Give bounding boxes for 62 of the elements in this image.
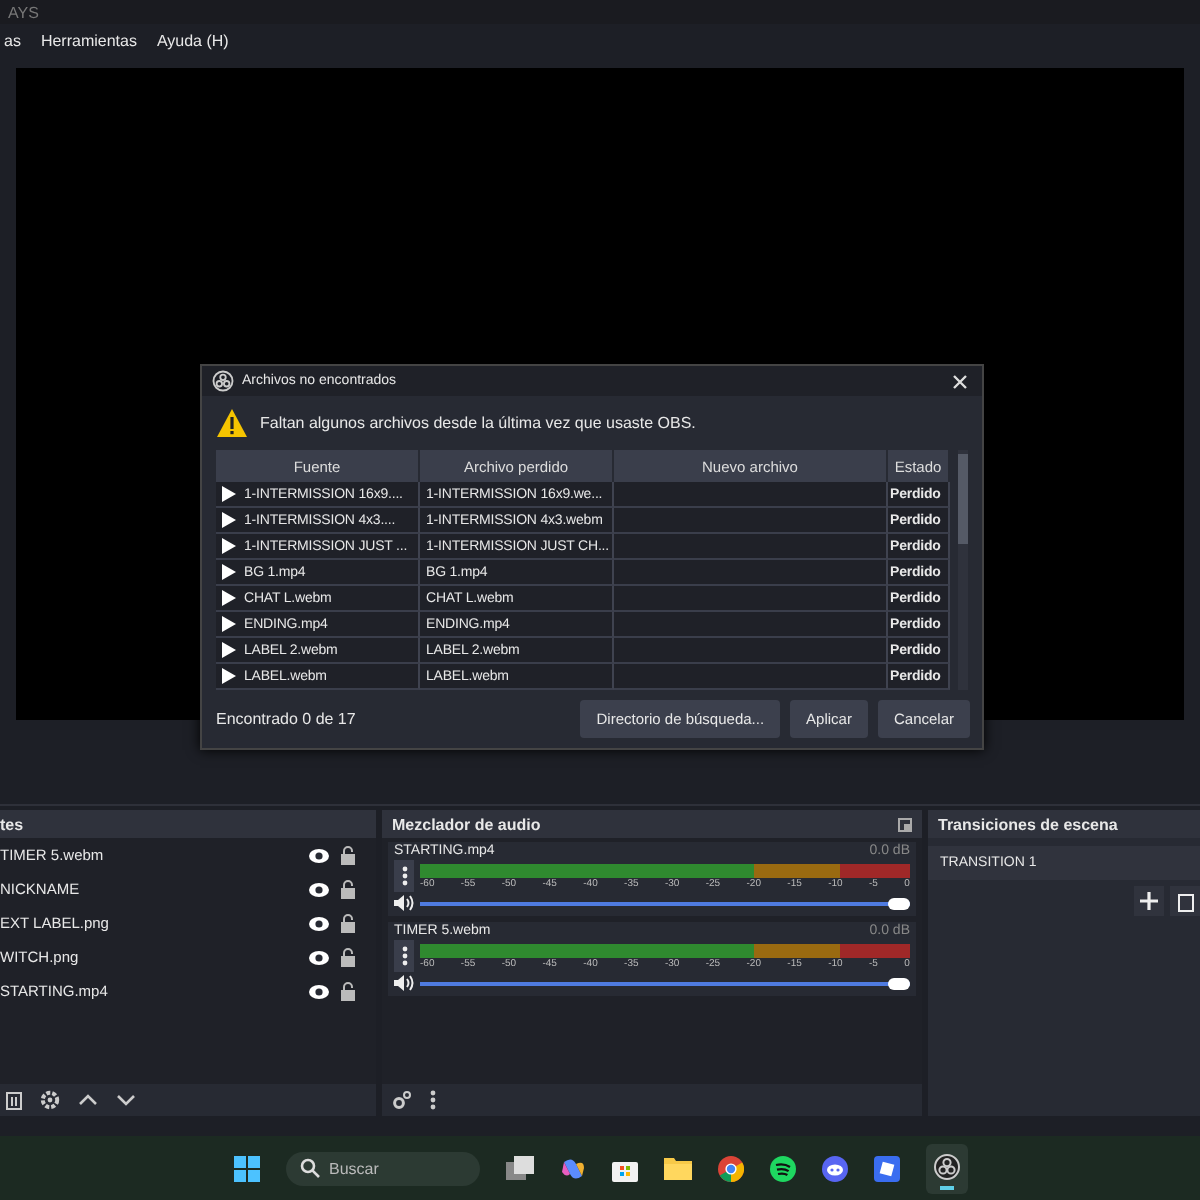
folder-icon[interactable]	[663, 1156, 691, 1180]
undock-icon[interactable]	[898, 817, 912, 831]
panel-title: tes	[0, 815, 24, 833]
close-button[interactable]	[948, 369, 972, 393]
lock-icon[interactable]	[340, 913, 356, 933]
warning-icon	[216, 408, 248, 438]
chat-app-icon[interactable]	[821, 1155, 847, 1181]
file-cell[interactable]	[614, 482, 888, 508]
eye-icon[interactable]	[308, 949, 330, 965]
more-options-icon	[401, 946, 407, 966]
menu-item[interactable]: Ayuda (H)	[156, 31, 229, 49]
plus-icon	[1140, 892, 1158, 910]
copilot-icon[interactable]	[559, 1155, 585, 1181]
delete-button[interactable]	[1170, 886, 1200, 916]
add-button[interactable]	[1134, 886, 1164, 916]
scrollbar[interactable]	[958, 450, 968, 690]
eye-icon[interactable]	[308, 983, 330, 999]
warning-message: Faltan algunos archivos desde la última vez que usaste OBS.	[260, 414, 696, 432]
trash-icon[interactable]	[6, 1090, 22, 1110]
menu-item[interactable]: as	[4, 31, 21, 49]
search-field[interactable]: Buscar	[285, 1151, 479, 1185]
volume-slider[interactable]	[420, 894, 910, 912]
more-options-icon[interactable]	[430, 1090, 436, 1110]
recording-app-button[interactable]	[925, 1143, 967, 1193]
speaker-icon[interactable]	[394, 894, 414, 912]
eye-icon[interactable]	[308, 847, 330, 863]
chevron-down-icon[interactable]	[116, 1094, 136, 1106]
file-cell[interactable]	[614, 534, 888, 560]
trash-icon	[1177, 891, 1193, 911]
speaker-icon[interactable]	[394, 974, 414, 992]
file-cell[interactable]	[614, 560, 888, 586]
eye-icon[interactable]	[308, 915, 330, 931]
file-cell[interactable]	[614, 664, 888, 690]
lock-icon[interactable]	[340, 879, 356, 899]
lock-icon[interactable]	[340, 947, 356, 967]
task-view-icon[interactable]	[505, 1156, 533, 1180]
settings-icon[interactable]	[40, 1090, 60, 1110]
gear-icon[interactable]	[392, 1090, 412, 1110]
more-options-button[interactable]	[394, 860, 414, 892]
volume-slider[interactable]	[420, 974, 910, 992]
window-title: AYS	[8, 3, 39, 21]
browser-icon[interactable]	[717, 1155, 743, 1181]
more-options-icon	[401, 866, 407, 886]
menu-item[interactable]: Herramientas	[40, 31, 137, 49]
panel-title: Transiciones de escena	[938, 815, 1118, 833]
music-app-icon[interactable]	[769, 1155, 795, 1181]
windows-start-icon[interactable]	[233, 1155, 259, 1181]
file-cell[interactable]	[614, 612, 888, 638]
file-cell[interactable]	[614, 586, 888, 612]
search-icon	[299, 1158, 319, 1178]
panel-title: Mezclador de audio	[392, 815, 541, 833]
app-logo-icon	[212, 370, 234, 392]
game-app-icon[interactable]	[873, 1155, 899, 1181]
lock-icon[interactable]	[340, 845, 356, 865]
lock-icon[interactable]	[340, 981, 356, 1001]
found-count: Encontrado 0 de 17	[216, 710, 356, 728]
file-cell[interactable]	[614, 508, 888, 534]
chevron-up-icon[interactable]	[78, 1094, 98, 1106]
recording-app-icon	[933, 1153, 959, 1179]
file-cell[interactable]	[614, 638, 888, 664]
eye-icon[interactable]	[308, 881, 330, 897]
more-options-button[interactable]	[394, 940, 414, 972]
